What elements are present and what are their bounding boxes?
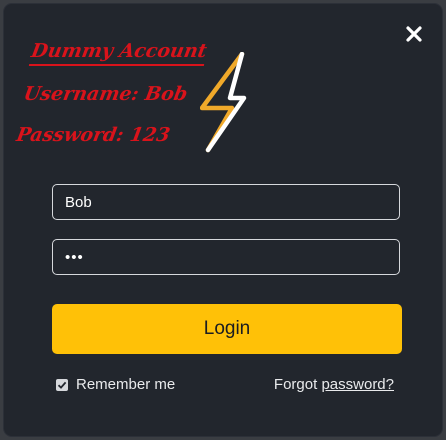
remember-me-control[interactable]: Remember me: [56, 376, 175, 393]
dummy-account-note: Dummy Account Username: Bob Password: 12…: [14, 40, 209, 146]
username-input[interactable]: [52, 184, 400, 220]
login-button[interactable]: Login: [52, 304, 402, 354]
remember-me-checkbox[interactable]: [56, 378, 68, 391]
forgot-prefix: Forgot: [273, 376, 318, 393]
checkmark-icon: [57, 381, 67, 389]
forgot-password: Forgot password?: [274, 376, 394, 393]
remember-me-label: Remember me: [76, 376, 176, 393]
dummy-password-line: Password: 123: [14, 124, 172, 146]
lightning-bolt-logo-icon: [200, 52, 247, 153]
dummy-account-title: Dummy Account: [28, 40, 209, 66]
password-input[interactable]: [52, 239, 400, 275]
close-icon: [406, 26, 422, 42]
login-modal: Dummy Account Username: Bob Password: 12…: [4, 4, 442, 436]
dummy-username-line: Username: Bob: [21, 83, 190, 105]
close-button[interactable]: [400, 20, 428, 48]
forgot-password-link[interactable]: password?: [321, 376, 394, 393]
